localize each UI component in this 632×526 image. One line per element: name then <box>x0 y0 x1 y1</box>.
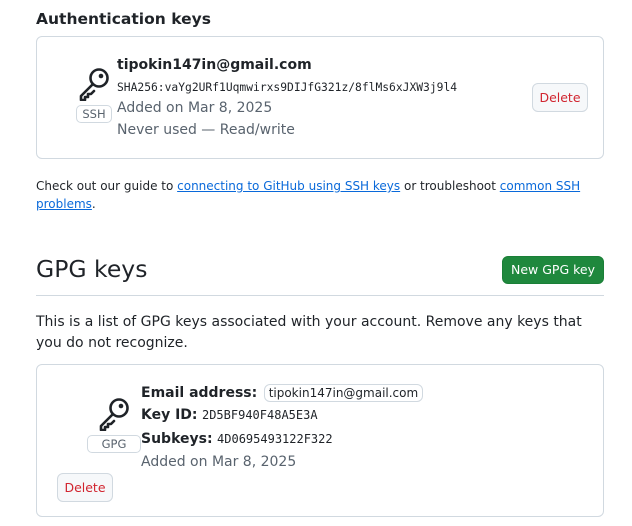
ssh-key-title: tipokin147in@gmail.com <box>117 57 312 73</box>
section-divider <box>36 295 604 296</box>
gpg-type-badge: GPG <box>86 435 142 453</box>
key-icon <box>79 68 109 101</box>
guide-middle: or troubleshoot <box>400 179 500 193</box>
gpg-subkeys-value: 4D0695493122F322 <box>217 432 333 446</box>
gpg-email-label: Email address: <box>141 385 258 401</box>
gpg-email-row: Email address: tipokin147in@gmail.com <box>141 384 424 402</box>
gpg-key-added-date: Added on Mar 8, 2025 <box>141 454 297 470</box>
ssh-connecting-guide-link[interactable]: connecting to GitHub using SSH keys <box>177 179 400 193</box>
new-gpg-key-button[interactable]: New GPG key <box>502 256 604 284</box>
gpg-keyid-label: Key ID: <box>141 407 198 423</box>
gpg-subkeys-label: Subkeys: <box>141 431 213 447</box>
ssh-key-card: SSH tipokin147in@gmail.com SHA256:vaYg2U… <box>36 36 604 159</box>
gpg-subkeys-row: Subkeys: 4D0695493122F322 <box>141 431 333 447</box>
gpg-key-card: GPG Email address: tipokin147in@gmail.co… <box>36 364 604 517</box>
guide-prefix: Check out our guide to <box>36 179 178 193</box>
key-icon <box>99 398 129 431</box>
gpg-keyid-row: Key ID: 2D5BF940F48A5E3A <box>141 407 318 423</box>
ssh-key-usage: Never used — Read/write <box>117 122 295 138</box>
gpg-keys-title: GPG keys <box>36 255 148 283</box>
guide-suffix: . <box>91 197 96 211</box>
ssh-key-icon-group: SSH <box>65 67 123 123</box>
delete-gpg-key-button[interactable]: Delete <box>57 473 113 502</box>
auth-keys-title: Authentication keys <box>36 10 211 28</box>
ssh-guide-text: Check out our guide to connecting to Git… <box>36 177 596 213</box>
gpg-keyid-value: 2D5BF940F48A5E3A <box>201 408 318 422</box>
delete-ssh-key-button[interactable]: Delete <box>532 83 588 112</box>
ssh-key-fingerprint: SHA256:vaYg2URf1Uqmwirxs9DIJfG321z/8flMs… <box>117 81 458 94</box>
gpg-email-value: tipokin147in@gmail.com <box>263 384 424 402</box>
ssh-key-added-date: Added on Mar 8, 2025 <box>117 100 273 116</box>
gpg-keys-description: This is a list of GPG keys associated wi… <box>36 314 582 351</box>
ssh-type-badge: SSH <box>76 105 112 123</box>
